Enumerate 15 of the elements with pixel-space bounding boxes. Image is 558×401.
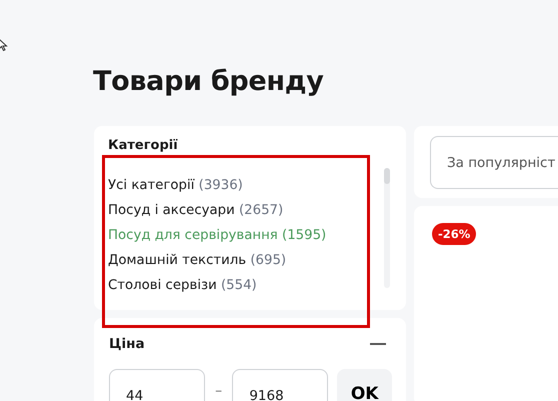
mouse-pointer-icon bbox=[0, 38, 8, 52]
sort-dropdown[interactable]: За популярніст bbox=[430, 136, 558, 189]
min-price-field[interactable]: 44 bbox=[109, 369, 205, 401]
scrollbar-thumb[interactable] bbox=[384, 168, 390, 184]
categories-heading: Категорії bbox=[108, 138, 179, 153]
discount-badge: -26% bbox=[432, 223, 476, 245]
ok-button[interactable]: OK bbox=[337, 369, 392, 401]
category-link[interactable]: Столові сервізи (554) bbox=[108, 273, 257, 298]
max-price-field[interactable]: 9168 bbox=[232, 369, 328, 401]
category-link[interactable]: Посуд і аксесуари (2657) bbox=[108, 198, 284, 223]
range-dash: – bbox=[214, 383, 224, 399]
category-link[interactable]: Усі категорії (3936) bbox=[108, 173, 243, 198]
page-title: Товари бренду bbox=[93, 66, 324, 97]
category-link[interactable]: Домашній текстиль (695) bbox=[108, 248, 286, 273]
price-heading: Ціна bbox=[109, 336, 145, 352]
